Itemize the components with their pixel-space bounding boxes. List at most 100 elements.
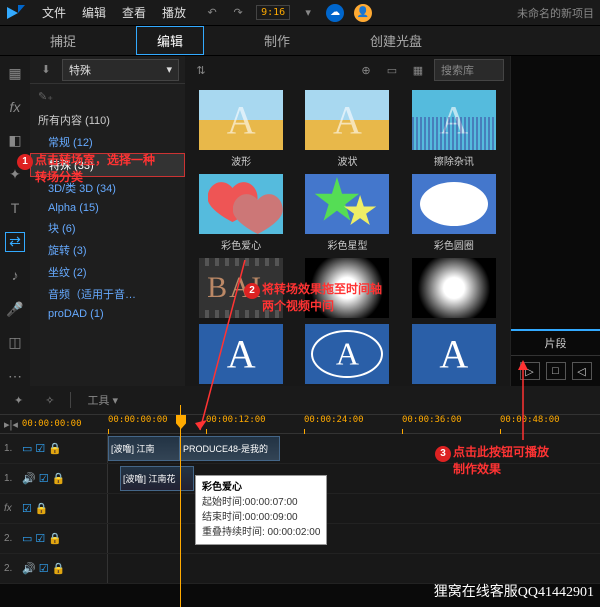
- preview-panel: 片段 ▷ □ ◁: [510, 56, 600, 386]
- transition-thumb[interactable]: A: [297, 324, 397, 384]
- search-input[interactable]: 搜索库: [434, 59, 504, 81]
- tree-item[interactable]: Alpha (15): [30, 199, 185, 217]
- folder-icon[interactable]: ▭: [382, 60, 402, 80]
- visibility-icon[interactable]: ☑: [35, 442, 45, 455]
- timeline-toolbar: ✦ ✧ 工具 ▾: [0, 386, 600, 414]
- track-header[interactable]: 2. 🔊☑🔒: [0, 554, 108, 583]
- tree-item[interactable]: proDAD (1): [30, 305, 185, 323]
- redo-icon[interactable]: ↷: [230, 5, 246, 21]
- tree-item[interactable]: 常规 (12): [30, 131, 185, 153]
- visibility-icon[interactable]: ☑: [39, 562, 49, 575]
- pip-room-icon[interactable]: ◧: [5, 131, 25, 151]
- playhead[interactable]: [176, 415, 186, 429]
- menu-file[interactable]: 文件: [34, 4, 74, 21]
- audio-room-icon[interactable]: ♪: [5, 266, 25, 286]
- tree-item[interactable]: 旋转 (3): [30, 239, 185, 261]
- visibility-icon[interactable]: ☑: [22, 502, 32, 515]
- transition-thumb[interactable]: A波状: [297, 90, 397, 168]
- fx-room-icon[interactable]: fx: [5, 98, 25, 118]
- tree-item[interactable]: 坐纹 (2): [30, 261, 185, 283]
- subtitle-room-icon[interactable]: ⋯: [5, 366, 25, 386]
- tools-dropdown[interactable]: 工具 ▾: [81, 390, 124, 410]
- category-tree: 所有内容 (110) 常规 (12) 特殊 (33) 3D/类 3D (34) …: [30, 109, 185, 386]
- visibility-icon[interactable]: ☑: [39, 472, 49, 485]
- undo-icon[interactable]: ↶: [204, 5, 220, 21]
- magnet-icon[interactable]: ✦: [8, 392, 29, 409]
- menu-edit[interactable]: 编辑: [74, 4, 114, 21]
- track-header[interactable]: 1. 🔊☑🔒: [0, 464, 108, 493]
- transition-thumb[interactable]: [404, 258, 504, 318]
- audio-track-icon[interactable]: 🔊: [22, 472, 36, 485]
- lock-icon[interactable]: 🔒: [48, 532, 62, 545]
- watermark: 狸窝在线客服QQ41442901: [434, 581, 594, 601]
- project-title: 未命名的新项目: [517, 5, 594, 21]
- timeline-ruler[interactable]: ▸|◂ 00:00:00:00 00:00:00:00 00:00:12:00 …: [0, 414, 600, 434]
- import-icon[interactable]: ⬇: [36, 60, 56, 80]
- transition-thumb[interactable]: A: [404, 324, 504, 384]
- ruler-mark: 00:00:24:00: [304, 415, 364, 425]
- mode-tabbar: 捕捉 编辑 制作 创建光盘: [0, 26, 600, 56]
- menu-view[interactable]: 查看: [114, 4, 154, 21]
- audio-clip[interactable]: [波噜] 江南花: [120, 466, 194, 491]
- dropdown-icon[interactable]: ▾: [300, 5, 316, 21]
- title-room-icon[interactable]: T: [5, 198, 25, 218]
- app-logo: [6, 3, 26, 23]
- track-header[interactable]: fx ☑🔒: [0, 494, 108, 523]
- visibility-icon[interactable]: ☑: [35, 532, 45, 545]
- titlebar: 文件 编辑 查看 播放 ↶ ↷ 9:16 ▾ ☁ 👤 未命名的新项目: [0, 0, 600, 26]
- lock-icon[interactable]: 🔒: [52, 472, 66, 485]
- clip-tab[interactable]: 片段: [511, 331, 600, 356]
- video-track-icon[interactable]: ▭: [22, 532, 32, 545]
- lock-icon[interactable]: 🔒: [48, 442, 62, 455]
- transition-room-icon[interactable]: ⇄: [5, 232, 25, 252]
- track-header[interactable]: 2. ▭☑🔒: [0, 524, 108, 553]
- transition-tooltip: 彩色爱心 起始时间:00:00:07:00 结束时间:00:00:09:00 重…: [195, 475, 327, 545]
- ruler-mark: 00:00:36:00: [402, 415, 462, 425]
- video-clip[interactable]: [波噜] 江南: [108, 436, 180, 461]
- chevron-down-icon: ▾: [166, 63, 172, 76]
- category-sidebar: ⬇ 特殊▾ ✎₊ 所有内容 (110) 常规 (12) 特殊 (33) 3D/类…: [30, 56, 185, 386]
- chapter-room-icon[interactable]: ◫: [5, 333, 25, 353]
- media-room-icon[interactable]: ▦: [5, 64, 25, 84]
- sort-icon[interactable]: ⇅: [191, 60, 211, 80]
- tab-capture[interactable]: 捕捉: [30, 27, 96, 54]
- add-icon[interactable]: ⊕: [356, 60, 376, 80]
- playhead-line: [180, 405, 181, 607]
- stop-button[interactable]: □: [546, 362, 566, 380]
- video-track-icon[interactable]: ▭: [22, 442, 32, 455]
- tab-edit[interactable]: 编辑: [136, 26, 204, 55]
- category-dropdown[interactable]: 特殊▾: [62, 59, 179, 81]
- tab-produce[interactable]: 制作: [244, 27, 310, 54]
- prev-button[interactable]: ◁: [572, 362, 592, 380]
- cloud-icon[interactable]: ☁: [326, 4, 344, 22]
- aspect-ratio[interactable]: 9:16: [256, 5, 290, 20]
- pencil-icon: ✎₊: [38, 90, 53, 103]
- audio-track-icon[interactable]: 🔊: [22, 562, 36, 575]
- annotation-1: 1点击转场室，选择一种 转场分类: [17, 153, 155, 185]
- room-rail: ▦ fx ◧ ✦ T ⇄ ♪ 🎤 ◫ ⋯: [0, 56, 30, 386]
- annotation-3: 3点击此按钮可播放 制作效果: [435, 445, 549, 477]
- all-content[interactable]: 所有内容 (110): [30, 109, 185, 131]
- ruler-start: 00:00:00:00: [22, 419, 82, 429]
- transition-thumb[interactable]: A波形: [191, 90, 291, 168]
- arrow-2: [517, 360, 537, 445]
- tree-item[interactable]: 块 (6): [30, 217, 185, 239]
- menu-play[interactable]: 播放: [154, 4, 194, 21]
- track-header[interactable]: 1. ▭☑🔒: [0, 434, 108, 463]
- transition-thumb[interactable]: 彩色星型: [297, 174, 397, 252]
- link-icon[interactable]: ✧: [39, 392, 60, 409]
- tree-item[interactable]: 音频（适用于音…: [30, 283, 185, 305]
- transition-thumb[interactable]: 彩色爱心: [191, 174, 291, 252]
- voice-room-icon[interactable]: 🎤: [5, 299, 25, 319]
- transition-thumb[interactable]: A擦除杂讯: [404, 90, 504, 168]
- grid-view-icon[interactable]: ▦: [408, 60, 428, 80]
- annotation-2: 2将转场效果拖至时间轴 两个视频中间: [244, 282, 382, 314]
- transition-thumb[interactable]: 彩色圆圈: [404, 174, 504, 252]
- tab-disc[interactable]: 创建光盘: [350, 27, 442, 54]
- main-area: ▦ fx ◧ ✦ T ⇄ ♪ 🎤 ◫ ⋯ ⬇ 特殊▾ ✎₊ 所有内容 (110)…: [0, 56, 600, 386]
- lock-icon[interactable]: 🔒: [52, 562, 66, 575]
- audio-track-2: 2. 🔊☑🔒: [0, 554, 600, 584]
- lock-icon[interactable]: 🔒: [35, 502, 49, 515]
- collapse-icon[interactable]: ▸|◂: [4, 418, 18, 431]
- user-icon[interactable]: 👤: [354, 4, 372, 22]
